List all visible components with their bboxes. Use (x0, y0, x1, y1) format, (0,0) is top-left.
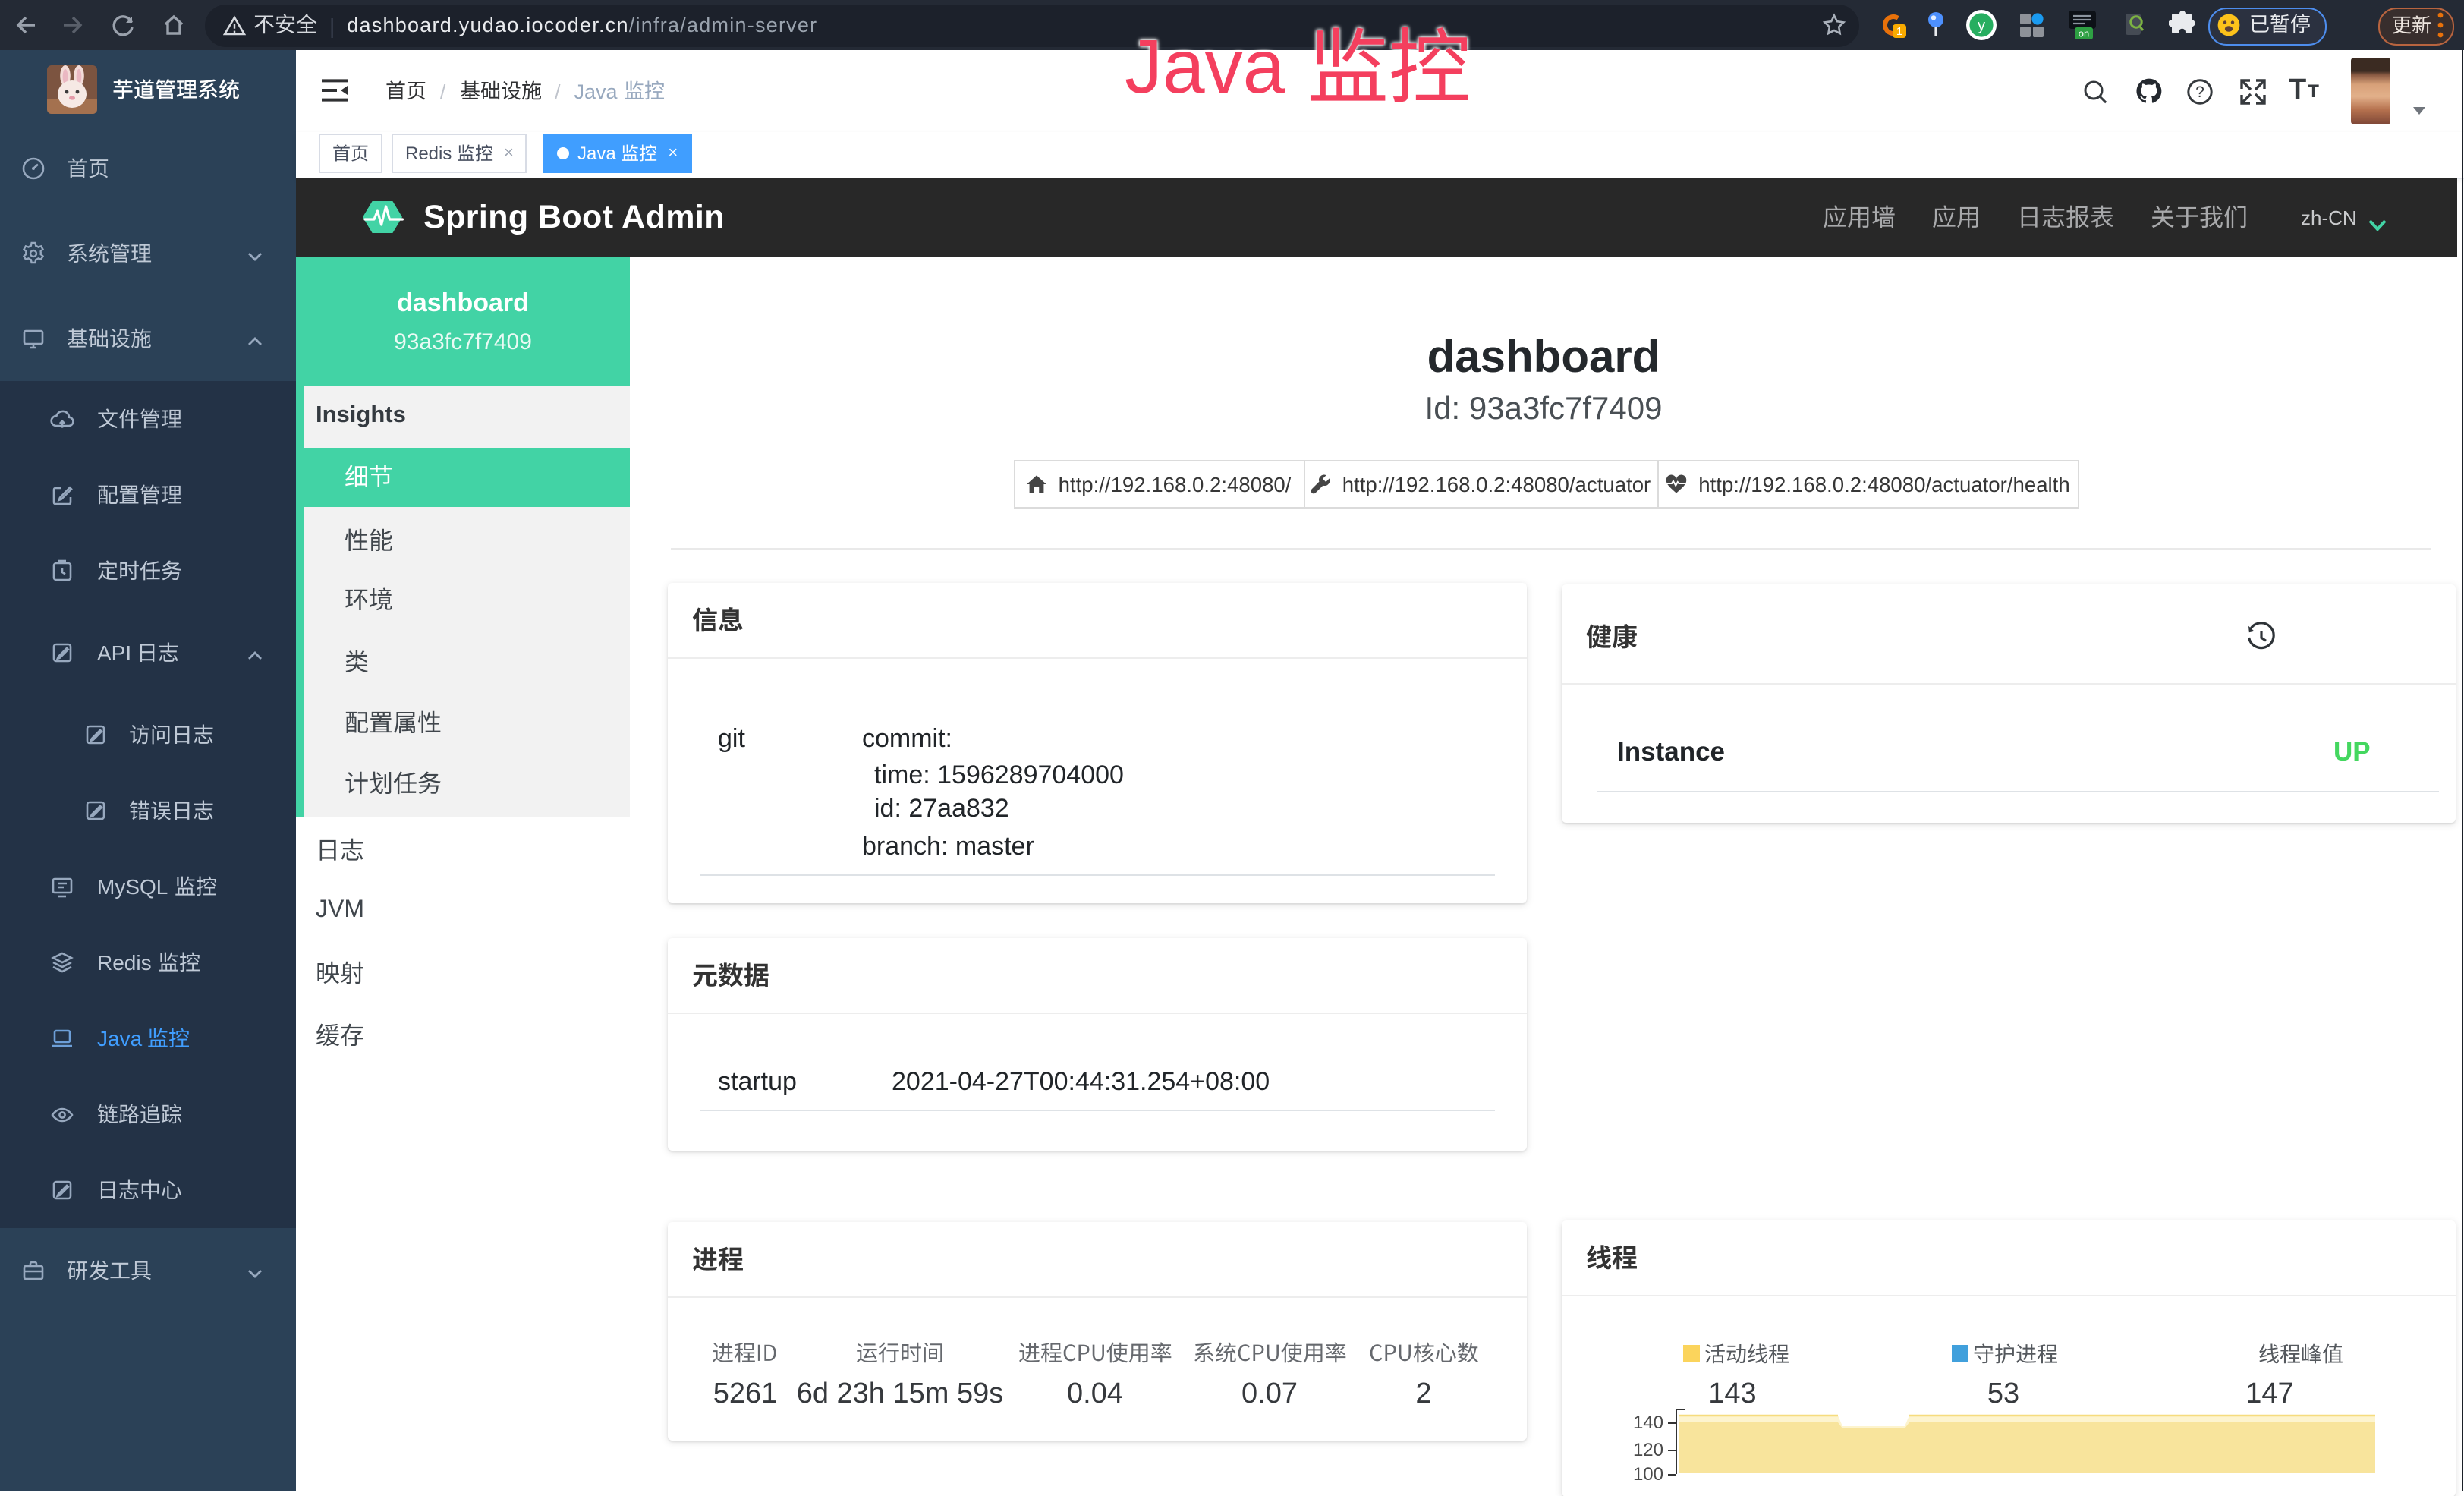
svg-text:on: on (2079, 27, 2089, 39)
svg-text:1: 1 (1896, 25, 1902, 38)
svg-text:?: ? (2195, 83, 2204, 101)
svg-text:y: y (1978, 17, 1985, 34)
